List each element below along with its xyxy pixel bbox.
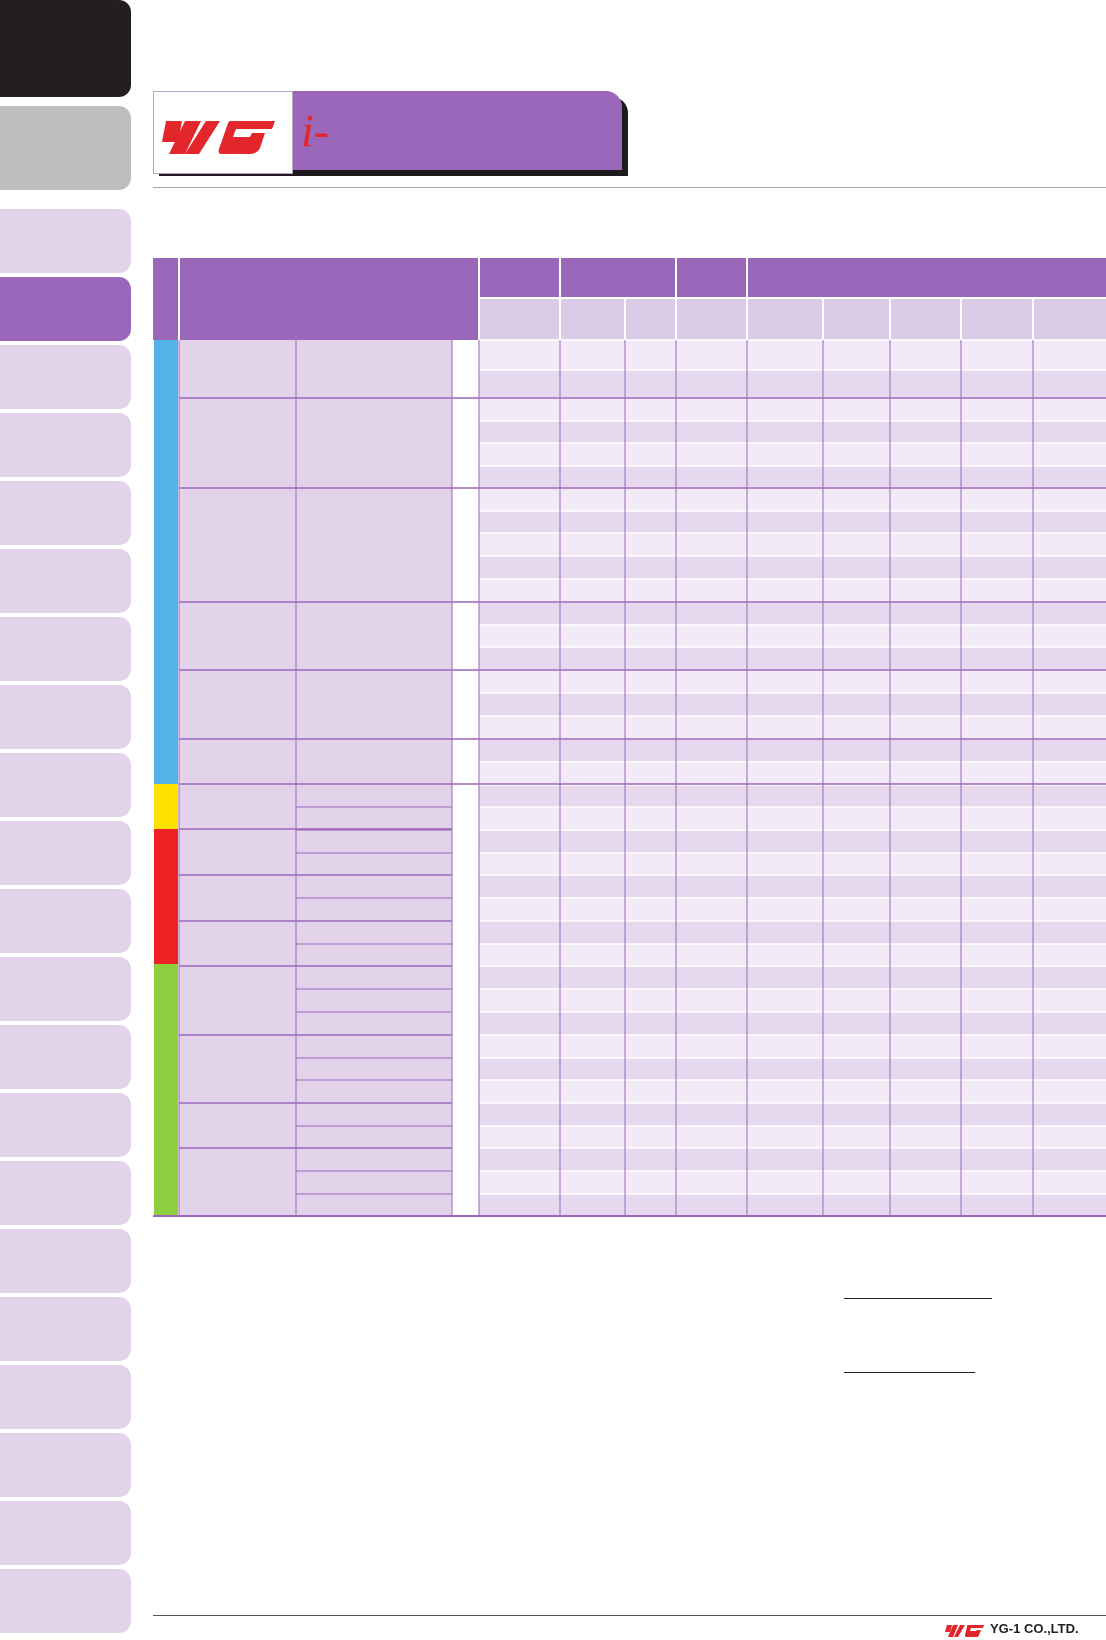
- table-row: [479, 443, 1106, 466]
- title-banner: i-: [153, 91, 628, 176]
- table-row: [479, 989, 1106, 1012]
- yg-logo: [162, 121, 275, 154]
- side-tab-5[interactable]: [0, 345, 131, 409]
- side-tab-17[interactable]: [0, 1161, 131, 1225]
- table-row: [479, 1126, 1106, 1148]
- side-tab-22[interactable]: [0, 1501, 131, 1565]
- side-tab-7[interactable]: [0, 481, 131, 545]
- table-row: [479, 785, 1106, 807]
- table-row: [479, 602, 1106, 625]
- material-group-stripe-P: [154, 340, 178, 784]
- footer-divider: [153, 1615, 1106, 1616]
- table-row: [479, 340, 1106, 370]
- table-header-subrow: [479, 298, 1106, 340]
- material-group-stripe-N: [154, 964, 178, 1216]
- table-row: [479, 944, 1106, 966]
- table-header-left: [153, 298, 479, 340]
- side-tab-6[interactable]: [0, 413, 131, 477]
- series-prefix-text: i-: [301, 105, 330, 156]
- table-row: [479, 693, 1106, 716]
- banner-divider: [153, 187, 1106, 188]
- note-underline-2: [844, 1372, 975, 1373]
- note-underline-1: [844, 1298, 992, 1299]
- table-row: [479, 875, 1106, 898]
- table-row: [479, 898, 1106, 921]
- table-row: [479, 370, 1106, 398]
- side-tab-23[interactable]: [0, 1569, 131, 1633]
- table-row: [479, 466, 1106, 488]
- table-row: [479, 739, 1106, 762]
- table-row: [479, 921, 1106, 944]
- hardness-column: [452, 340, 479, 1216]
- footer-logo: [945, 1625, 984, 1637]
- side-tab-18[interactable]: [0, 1229, 131, 1293]
- side-tab-9[interactable]: [0, 617, 131, 681]
- table-row: [479, 966, 1106, 989]
- table-row: [479, 1148, 1106, 1171]
- table-row: [479, 1058, 1106, 1080]
- side-tab-20[interactable]: [0, 1365, 131, 1429]
- side-tab-19[interactable]: [0, 1297, 131, 1361]
- table-header-top: [153, 258, 1106, 298]
- table-row: [479, 511, 1106, 533]
- table-row: [479, 579, 1106, 602]
- side-tab-3[interactable]: [0, 209, 131, 273]
- side-tab-8[interactable]: [0, 549, 131, 613]
- footer-company-name: YG-1 CO.,LTD.: [990, 1621, 1079, 1636]
- side-tab-16[interactable]: [0, 1093, 131, 1157]
- table-row: [479, 1103, 1106, 1126]
- cutting-condition-table: [153, 258, 1106, 1217]
- table-row: [479, 421, 1106, 443]
- logo-box: [153, 91, 293, 174]
- table-row: [479, 830, 1106, 853]
- table-row: [479, 853, 1106, 875]
- table-row: [479, 625, 1106, 647]
- material-group-stripe-M: [154, 784, 178, 829]
- table-row: [479, 1194, 1106, 1216]
- side-tab-4[interactable]: [0, 277, 131, 341]
- table-row: [479, 647, 1106, 670]
- side-tab-13[interactable]: [0, 889, 131, 953]
- side-tab-15[interactable]: [0, 1025, 131, 1089]
- side-tab-14[interactable]: [0, 957, 131, 1021]
- side-tab-1[interactable]: [0, 0, 131, 97]
- material-column: [179, 340, 452, 1216]
- material-group-stripe-K: [154, 829, 178, 964]
- table-row: [479, 716, 1106, 739]
- table-row: [479, 488, 1106, 511]
- series-prefix: i-: [301, 101, 329, 161]
- table-row: [479, 398, 1106, 421]
- side-tab-2[interactable]: [0, 106, 131, 190]
- side-tab-12[interactable]: [0, 821, 131, 885]
- table-row: [479, 1012, 1106, 1035]
- table-row: [479, 670, 1106, 693]
- side-tab-10[interactable]: [0, 685, 131, 749]
- table-row: [479, 807, 1106, 830]
- table-row: [479, 533, 1106, 556]
- table-row: [479, 556, 1106, 579]
- table-row: [479, 1035, 1106, 1058]
- table-row: [479, 1080, 1106, 1103]
- table-row: [479, 1171, 1106, 1194]
- side-tab-11[interactable]: [0, 753, 131, 817]
- table-row: [479, 762, 1106, 785]
- side-tab-21[interactable]: [0, 1433, 131, 1497]
